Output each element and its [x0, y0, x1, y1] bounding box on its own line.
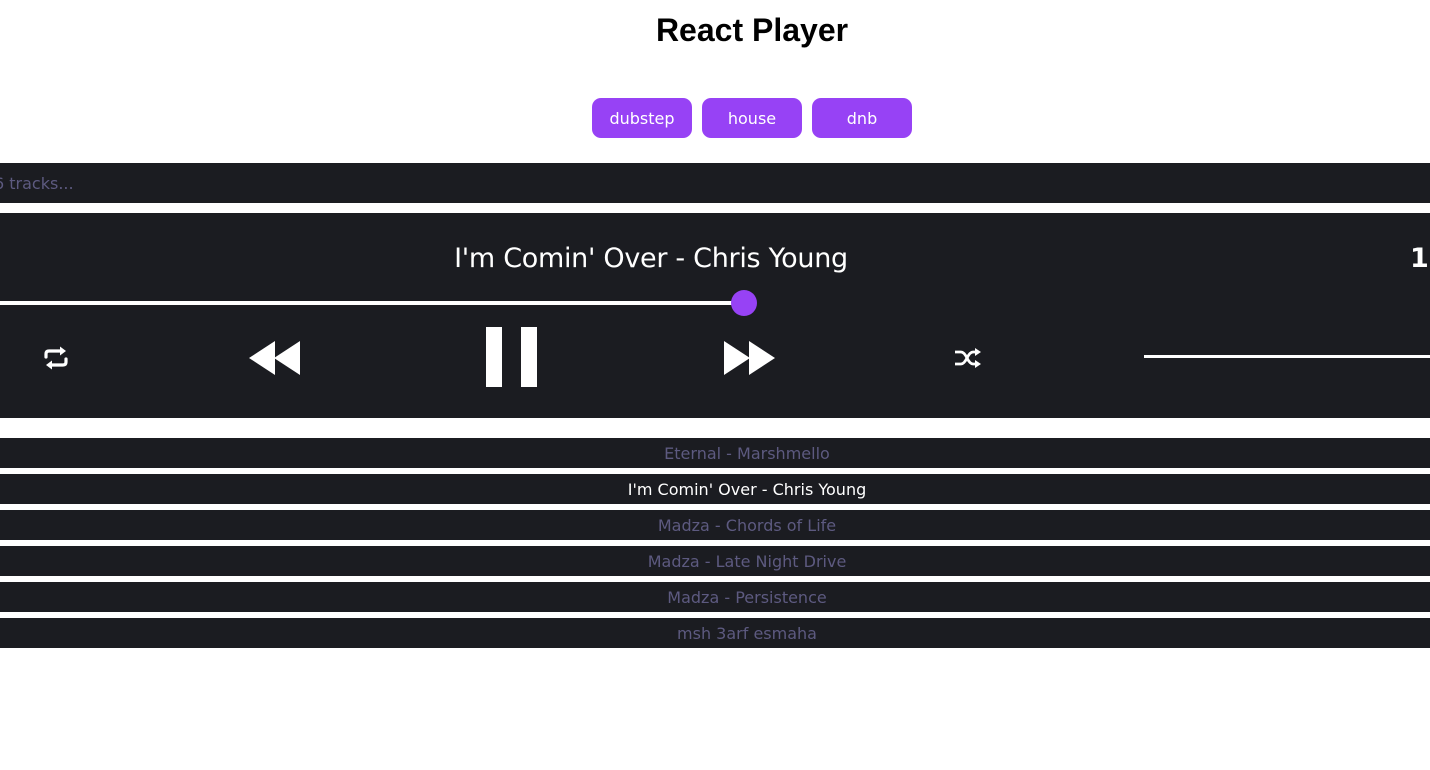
volume-fill — [1144, 355, 1430, 358]
track-counter: 1 — [1410, 243, 1429, 274]
playlist-item[interactable]: Madza - Late Night Drive — [0, 546, 1430, 576]
genre-tags: dubstep house dnb — [592, 98, 912, 138]
search-input[interactable] — [0, 163, 1394, 203]
fast-forward-icon — [724, 341, 775, 375]
playlist-item[interactable]: Eternal - Marshmello — [0, 438, 1430, 468]
pause-button[interactable] — [486, 327, 540, 389]
search-bar — [0, 163, 1430, 203]
loop-icon — [44, 346, 68, 370]
progress-fill — [0, 301, 744, 305]
tag-house-button[interactable]: house — [702, 98, 802, 138]
progress-knob[interactable] — [730, 290, 757, 316]
playlist-item[interactable]: I'm Comin' Over - Chris Young — [0, 474, 1430, 504]
shuffle-icon — [955, 348, 981, 368]
tag-dubstep-button[interactable]: dubstep — [592, 98, 692, 138]
playlist-item[interactable]: msh 3arf esmaha — [0, 618, 1430, 648]
progress-bar[interactable] — [0, 290, 1430, 316]
playlist-item[interactable]: Madza - Chords of Life — [0, 510, 1430, 540]
shuffle-button[interactable] — [954, 346, 982, 370]
volume-slider[interactable] — [1144, 355, 1430, 358]
previous-button[interactable] — [249, 340, 301, 376]
player-panel: I'm Comin' Over - Chris Young 1 — [0, 213, 1430, 418]
playlist-item[interactable]: Madza - Persistence — [0, 582, 1430, 612]
tag-dnb-button[interactable]: dnb — [812, 98, 912, 138]
pause-icon — [486, 327, 537, 387]
page-title: React Player — [655, 12, 849, 48]
rewind-icon — [249, 341, 300, 375]
now-playing-title: I'm Comin' Over - Chris Young — [454, 243, 848, 274]
next-button[interactable] — [724, 340, 776, 376]
playlist: Eternal - Marshmello I'm Comin' Over - C… — [0, 438, 1430, 654]
loop-button[interactable] — [42, 346, 70, 370]
react-player-page: React Player dubstep house dnb I'm Comin… — [0, 0, 1430, 770]
